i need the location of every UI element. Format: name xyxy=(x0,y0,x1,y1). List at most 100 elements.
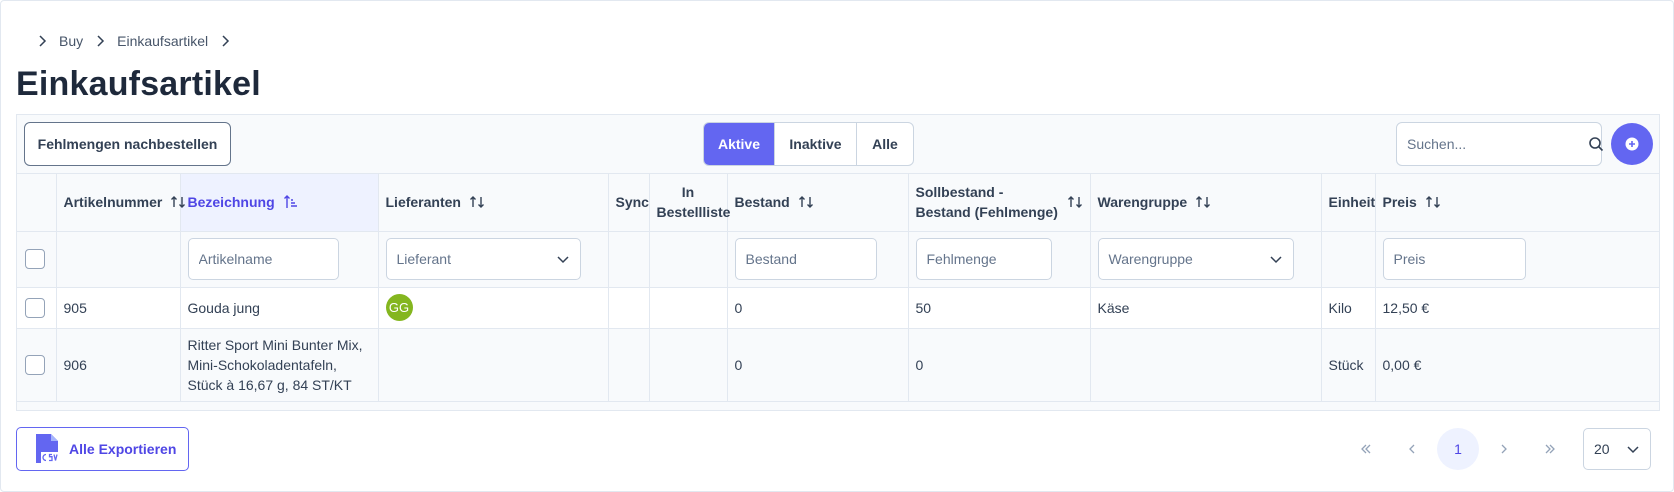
sort-icon[interactable] xyxy=(469,194,485,210)
page-button-current[interactable]: 1 xyxy=(1437,428,1479,470)
lieferant-filter-placeholder: Lieferant xyxy=(396,251,451,267)
add-article-button[interactable] xyxy=(1611,123,1653,165)
select-all-checkbox[interactable] xyxy=(25,249,45,269)
articles-table: Artikelnummer Bezeichnung Lieferanten Sy… xyxy=(17,174,1659,402)
breadcrumb: Buy Einkaufsartikel xyxy=(35,31,232,51)
chevron-right-icon xyxy=(1501,444,1507,454)
chevron-down-icon xyxy=(1627,446,1639,454)
warengruppe-filter-dropdown[interactable]: Warengruppe xyxy=(1097,238,1294,280)
sort-icon[interactable] xyxy=(1195,194,1211,210)
header-label: Lieferanten xyxy=(385,194,461,211)
search-input[interactable] xyxy=(1407,136,1588,152)
header-label: Warengruppe xyxy=(1097,194,1188,211)
row-select-cell xyxy=(17,287,57,329)
search-box xyxy=(1396,122,1604,166)
header-label: Sollbestand - Bestand (Fehlmenge) xyxy=(915,184,1058,221)
filter-cell-fehlmenge xyxy=(908,231,1091,288)
search-icon[interactable] xyxy=(1588,136,1604,152)
artikelname-filter-input[interactable] xyxy=(198,251,328,267)
filter-cell-artikelname xyxy=(180,231,379,288)
filter-cell-warengruppe: Warengruppe xyxy=(1090,231,1322,288)
fehlmenge-filter xyxy=(915,238,1052,280)
header-lieferanten[interactable]: Lieferanten xyxy=(378,174,609,232)
preis-filter xyxy=(1382,238,1526,280)
cell-bestand: 0 xyxy=(727,287,909,329)
page-title: Einkaufsartikel xyxy=(16,65,261,103)
table-row[interactable]: 906 Ritter Sport Mini Bunter Mix, Mini-S… xyxy=(17,328,1659,402)
header-fehlmenge[interactable]: Sollbestand - Bestand (Fehlmenge) xyxy=(908,174,1091,232)
bestand-filter-input[interactable] xyxy=(745,251,866,267)
filter-alle-button[interactable]: Alle xyxy=(857,123,913,165)
filter-aktive-button[interactable]: Aktive xyxy=(704,123,775,165)
header-select xyxy=(17,174,57,232)
table-panel: Fehlmengen nachbestellen Aktive Inaktive… xyxy=(16,114,1660,411)
sort-icon[interactable] xyxy=(170,194,186,210)
preis-filter-input[interactable] xyxy=(1393,251,1515,267)
cell-bezeichnung: Gouda jung xyxy=(180,287,379,329)
header-sync: Sync xyxy=(608,174,650,232)
warengruppe-filter-placeholder: Warengruppe xyxy=(1108,251,1193,267)
sort-icon[interactable] xyxy=(1425,194,1441,210)
header-label: Artikelnummer xyxy=(63,194,163,211)
filter-cell-lieferant: Lieferant xyxy=(378,231,609,288)
lieferant-filter-dropdown[interactable]: Lieferant xyxy=(385,238,581,280)
filter-cell-empty xyxy=(649,231,728,288)
sort-ascending-icon[interactable] xyxy=(283,194,299,210)
cell-fehlmenge: 0 xyxy=(908,328,1091,402)
chevron-down-icon xyxy=(1269,256,1282,264)
supplier-avatar[interactable]: GG xyxy=(385,294,413,321)
header-label: In Bestellliste xyxy=(656,184,731,221)
header-label: Sync xyxy=(615,194,649,211)
cell-preis: 0,00 € xyxy=(1375,328,1659,402)
filter-inaktive-button[interactable]: Inaktive xyxy=(775,123,857,165)
row-checkbox[interactable] xyxy=(25,354,45,375)
cell-einheit: Kilo xyxy=(1321,287,1376,329)
export-all-button[interactable]: Alle Exportieren xyxy=(16,427,189,471)
reorder-shortages-button[interactable]: Fehlmengen nachbestellen xyxy=(24,122,231,166)
app-frame: Buy Einkaufsartikel Einkaufsartikel Fehl… xyxy=(0,0,1674,492)
header-warengruppe[interactable]: Warengruppe xyxy=(1090,174,1322,232)
filter-cell-empty xyxy=(608,231,650,288)
csv-file-icon xyxy=(36,434,61,463)
filter-cell-preis xyxy=(1375,231,1659,288)
status-filter-group: Aktive Inaktive Alle xyxy=(703,122,914,166)
cell-bestand: 0 xyxy=(727,328,909,402)
bestand-filter xyxy=(734,238,877,280)
row-checkbox[interactable] xyxy=(25,297,45,318)
row-select-cell xyxy=(17,328,57,402)
fehlmenge-filter-input[interactable] xyxy=(926,251,1041,267)
breadcrumb-item-einkaufsartikel[interactable]: Einkaufsartikel xyxy=(117,33,208,49)
cell-artikelnummer: 906 xyxy=(56,328,181,402)
header-artikelnummer[interactable]: Artikelnummer xyxy=(56,174,186,232)
cell-fehlmenge: 50 xyxy=(908,287,1091,329)
breadcrumb-item-buy[interactable]: Buy xyxy=(59,33,83,49)
cell-warengruppe xyxy=(1090,328,1322,402)
header-label: Bezeichnung xyxy=(187,194,275,211)
cell-lieferanten: GG xyxy=(378,287,609,329)
last-page-button[interactable] xyxy=(1529,428,1571,470)
filter-cell-empty xyxy=(1321,231,1376,288)
first-page-button[interactable] xyxy=(1345,428,1387,470)
header-bezeichnung[interactable]: Bezeichnung xyxy=(180,174,379,232)
cell-sync xyxy=(608,328,650,402)
table-row[interactable]: 905 Gouda jung GG 0 50 Käse Kilo 12,50 € xyxy=(17,287,1659,329)
header-preis[interactable]: Preis xyxy=(1375,174,1659,232)
cell-bezeichnung: Ritter Sport Mini Bunter Mix, Mini-Schok… xyxy=(180,328,379,402)
cell-warengruppe: Käse xyxy=(1090,287,1322,329)
header-bestand[interactable]: Bestand xyxy=(727,174,909,232)
chevrons-left-icon xyxy=(1361,444,1371,454)
sort-icon[interactable] xyxy=(1067,194,1083,210)
cell-sync xyxy=(608,287,650,329)
header-einheit: Einheit xyxy=(1321,174,1376,232)
chevron-right-icon xyxy=(35,34,49,48)
next-page-button[interactable] xyxy=(1483,428,1525,470)
plus-circle-icon xyxy=(1625,137,1639,151)
sort-icon[interactable] xyxy=(798,194,814,210)
rows-per-page-dropdown[interactable]: 20 xyxy=(1583,428,1651,470)
header-label: Einheit xyxy=(1328,194,1376,211)
cell-bestellliste xyxy=(649,287,728,329)
chevrons-right-icon xyxy=(1545,444,1555,454)
cell-einheit: Stück xyxy=(1321,328,1376,402)
prev-page-button[interactable] xyxy=(1391,428,1433,470)
select-all-cell xyxy=(17,231,57,288)
